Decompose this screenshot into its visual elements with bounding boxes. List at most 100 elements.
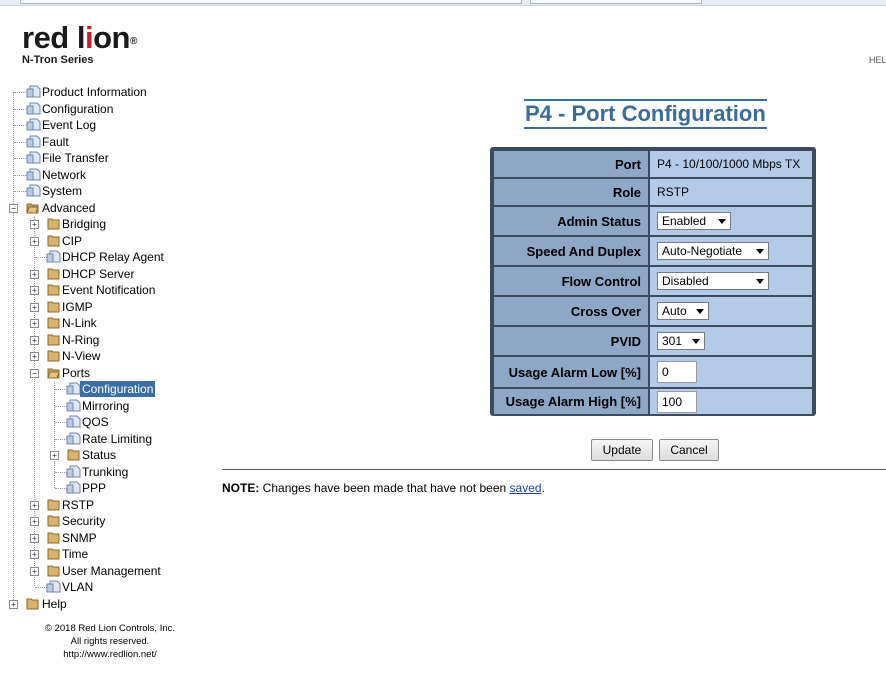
tree-label: Configuration (42, 101, 114, 116)
tree-label: N-Link (62, 316, 97, 330)
tree-label: SNMP (62, 530, 97, 545)
tree-label: Mirroring (82, 398, 130, 413)
website-url[interactable]: http://www.redlion.net/ (0, 648, 220, 661)
tree-label: Help (42, 596, 67, 611)
dropdown-arrow-icon (718, 218, 726, 224)
tree-label: IGMP (62, 299, 93, 314)
expand-toggle[interactable]: + (30, 533, 39, 543)
flow-control-select[interactable]: Disabled (657, 272, 769, 290)
expand-toggle[interactable]: + (30, 220, 39, 229)
folder-icon (47, 515, 60, 527)
collapse-toggle[interactable]: − (9, 203, 18, 213)
expand-toggle[interactable]: + (30, 550, 39, 559)
page-icon (26, 168, 41, 180)
expand-toggle[interactable]: + (30, 352, 39, 361)
expand-toggle[interactable]: + (30, 236, 39, 246)
page-icon (66, 465, 81, 477)
page-icon (66, 415, 81, 428)
cross-over-value: Auto (662, 304, 687, 318)
alarm-low-input[interactable]: 0 (657, 361, 697, 383)
row-speed-duplex: Speed And Duplex Auto-Negotiate (494, 237, 812, 265)
row-cross-over: Cross Over Auto (494, 297, 812, 325)
row-pvid: PVID 301 (494, 327, 812, 355)
expand-toggle[interactable]: + (30, 335, 39, 345)
port-label: Port (494, 151, 648, 177)
rights-text: All rights reserved. (70, 636, 150, 647)
expand-toggle[interactable]: + (30, 269, 39, 279)
expand-toggle[interactable]: + (30, 517, 39, 526)
tree-label-selected: Configuration (80, 381, 156, 397)
tree-label: File Transfer (42, 151, 109, 165)
alarm-high-input[interactable]: 100 (657, 390, 697, 413)
expand-toggle[interactable]: + (30, 286, 39, 295)
page-icon (26, 151, 41, 164)
folder-icon (47, 235, 60, 246)
folder-icon (47, 317, 60, 329)
alarm-low-label: Usage Alarm Low [%] (494, 357, 648, 387)
cross-over-select[interactable]: Auto (657, 302, 709, 320)
page-icon (26, 118, 41, 131)
expand-toggle[interactable]: + (30, 319, 39, 328)
admin-status-cell: Enabled (650, 207, 812, 235)
folder-icon (47, 350, 60, 362)
tree-label: VLAN (62, 580, 94, 594)
port-config-panel: Port P4 - 10/100/1000 Mbps TX Role RSTP … (490, 147, 816, 416)
admin-status-select[interactable]: Enabled (657, 212, 731, 230)
pvid-value: 301 (662, 334, 683, 348)
cross-over-cell: Auto (650, 297, 812, 325)
page-icon (26, 135, 41, 147)
row-port: Port P4 - 10/100/1000 Mbps TX (494, 151, 812, 177)
tree-label: System (42, 184, 83, 198)
expand-toggle[interactable]: + (30, 302, 39, 312)
page-icon (26, 184, 41, 197)
page-icon (46, 580, 61, 593)
alarm-high-label: Usage Alarm High [%] (494, 389, 648, 414)
saved-link[interactable]: saved (510, 481, 542, 495)
logo-text-b: on (93, 20, 130, 55)
tree-label: Fault (42, 134, 69, 149)
alarm-low-value: 0 (662, 365, 669, 379)
pvid-select[interactable]: 301 (657, 332, 705, 350)
cancel-button[interactable]: Cancel (659, 439, 719, 461)
expand-toggle[interactable]: + (30, 566, 39, 576)
dropdown-arrow-icon (696, 308, 704, 314)
admin-status-value: Enabled (662, 214, 707, 228)
tree-label: Ports (62, 365, 91, 380)
unsaved-changes-note: NOTE: Changes have been made that have n… (222, 481, 545, 495)
expand-toggle[interactable]: + (50, 451, 59, 460)
speed-duplex-label: Speed And Duplex (494, 237, 648, 265)
speed-duplex-select[interactable]: Auto-Negotiate (657, 242, 769, 260)
update-button[interactable]: Update (591, 439, 653, 461)
tree-label: Status (82, 448, 117, 462)
tree-line (13, 92, 14, 604)
page-icon (66, 399, 81, 411)
dropdown-arrow-icon (692, 338, 700, 344)
tree-label: CIP (62, 233, 83, 248)
tree-label: N-Ring (62, 332, 100, 347)
alarm-high-cell: 100 (650, 389, 812, 414)
tree-label: PPP (82, 481, 107, 495)
expand-toggle[interactable]: + (30, 500, 39, 510)
flow-control-cell: Disabled (650, 267, 812, 295)
folder-icon (67, 449, 80, 461)
tree-label: RSTP (62, 497, 95, 512)
page-icon (66, 432, 81, 444)
pvid-label: PVID (494, 327, 648, 355)
note-text: Changes have been made that have not bee… (259, 481, 510, 495)
red-lion-logo: red lion® N-Tron Series (22, 20, 137, 67)
folder-icon (47, 334, 60, 345)
tree-label: Bridging (62, 217, 107, 231)
tree-label: Product Information (42, 85, 147, 99)
expand-toggle[interactable]: + (9, 599, 18, 609)
tree-label: Time (62, 547, 89, 561)
folder-icon (47, 565, 60, 576)
logo-registered-mark: ® (129, 36, 137, 47)
collapse-toggle[interactable]: − (30, 368, 39, 378)
note-suffix: . (541, 481, 545, 495)
speed-duplex-value: Auto-Negotiate (662, 244, 743, 258)
tree-label: Rate Limiting (82, 431, 153, 446)
page-icon (66, 481, 81, 494)
tree-label: Trunking (82, 464, 129, 479)
tree-label: QOS (82, 415, 109, 429)
folder-icon (47, 218, 60, 230)
